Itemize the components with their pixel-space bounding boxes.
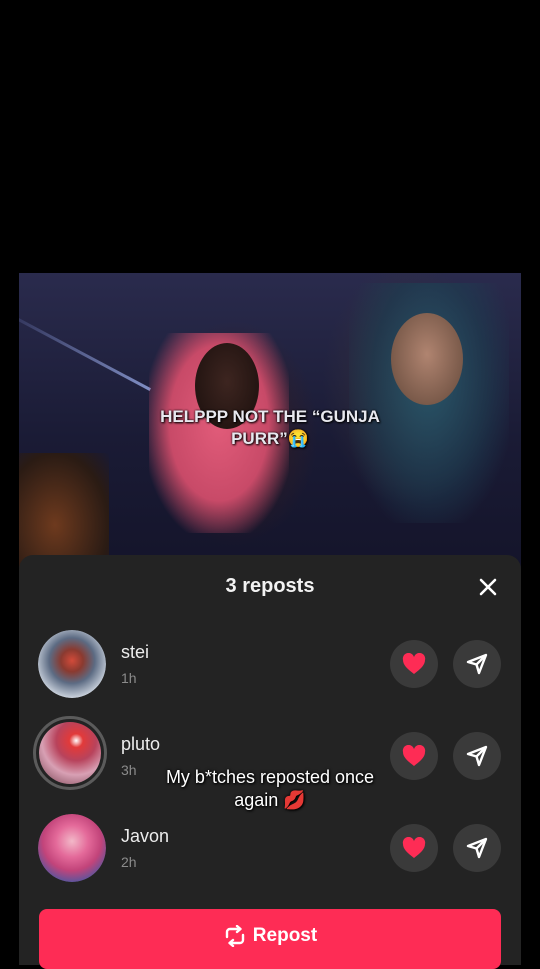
avatar[interactable] bbox=[38, 630, 106, 698]
repost-time: 2h bbox=[121, 854, 137, 870]
overlay-caption: My b*tches reposted once again 💋 bbox=[0, 766, 540, 812]
overlay-line-2: again 💋 bbox=[234, 790, 306, 810]
repost-icon bbox=[225, 925, 244, 947]
heart-icon bbox=[402, 653, 426, 674]
close-button[interactable] bbox=[475, 574, 501, 600]
reposter-name[interactable]: pluto bbox=[121, 734, 160, 755]
close-icon bbox=[479, 578, 497, 596]
light-streak bbox=[19, 313, 151, 391]
overlay-line-1: My b*tches reposted once bbox=[165, 767, 375, 787]
like-button[interactable] bbox=[390, 824, 438, 872]
avatar[interactable] bbox=[38, 814, 106, 882]
send-icon bbox=[466, 653, 488, 675]
repost-button[interactable]: Repost bbox=[39, 909, 501, 969]
reposter-name[interactable]: stei bbox=[121, 642, 149, 663]
send-button[interactable] bbox=[453, 640, 501, 688]
video-caption: HELPPP NOT THE “GUNJA PURR”😭 bbox=[19, 406, 521, 450]
reposter-name[interactable]: Javon bbox=[121, 826, 169, 847]
reposter-row[interactable]: stei 1h bbox=[19, 630, 521, 710]
send-icon bbox=[466, 837, 488, 859]
person-face-right bbox=[391, 313, 463, 405]
reposter-row[interactable]: Javon 2h bbox=[19, 814, 521, 894]
reposts-sheet: 3 reposts stei 1h pluto 3h Javon 2h bbox=[19, 555, 521, 965]
repost-time: 1h bbox=[121, 670, 137, 686]
like-button[interactable] bbox=[390, 640, 438, 688]
sheet-title: 3 reposts bbox=[225, 575, 315, 597]
video-preview[interactable]: HELPPP NOT THE “GUNJA PURR”😭 bbox=[19, 273, 521, 573]
video-caption-text: HELPPP NOT THE “GUNJA PURR”😭 bbox=[160, 407, 380, 448]
heart-icon bbox=[402, 837, 426, 858]
send-icon bbox=[466, 745, 488, 767]
heart-icon bbox=[402, 745, 426, 766]
send-button[interactable] bbox=[453, 824, 501, 872]
repost-button-label: Repost bbox=[252, 925, 318, 946]
